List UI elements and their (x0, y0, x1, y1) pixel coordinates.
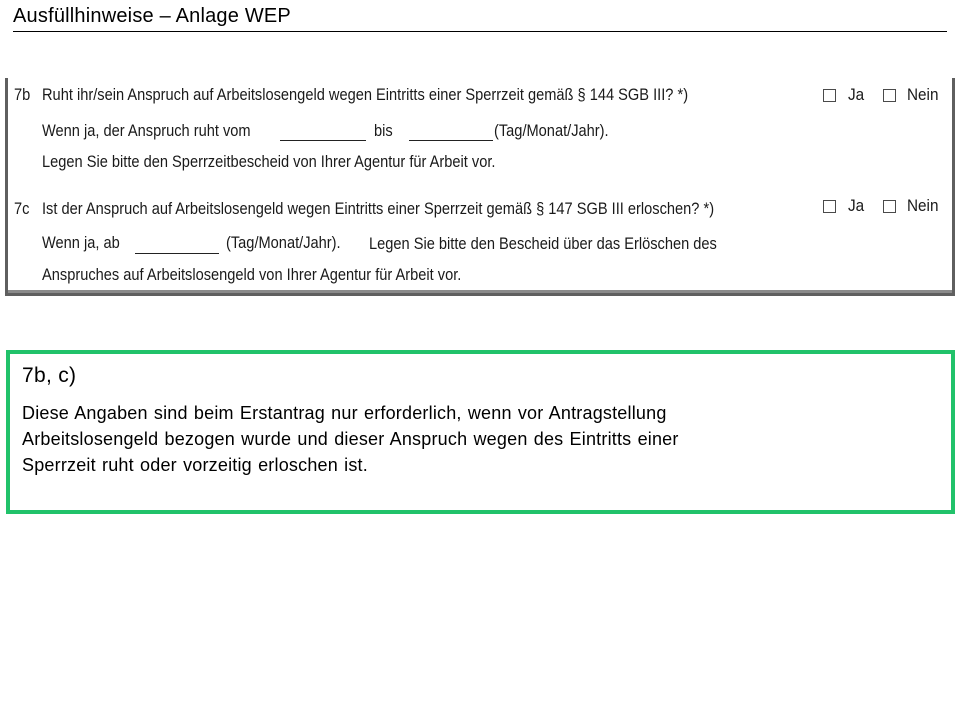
checkbox-7c-ja[interactable] (823, 200, 836, 213)
checkbox-7b-ja[interactable] (823, 89, 836, 102)
explanation-heading: 7b, c) (22, 364, 77, 387)
question-7c-detail-prefix: Wenn ja, ab (42, 233, 120, 252)
explanation-text: Diese Angaben sind beim Erstantrag nur e… (22, 400, 922, 478)
question-7c-note-part1: Legen Sie bitte den Bescheid über das Er… (369, 234, 717, 253)
blank-7b-to-date[interactable] (409, 140, 493, 141)
question-7c-number: 7c (14, 199, 30, 218)
question-7b-detail-prefix: Wenn ja, der Anspruch ruht vom (42, 121, 251, 140)
page-title: Ausfüllhinweise – Anlage WEP (13, 5, 291, 27)
question-7c-detail-suffix: (Tag/Monat/Jahr). (226, 233, 341, 252)
title-underline (13, 31, 947, 32)
blank-7b-from-date[interactable] (280, 140, 366, 141)
question-7b-number: 7b (14, 85, 31, 104)
checkbox-7c-ja-label: Ja (848, 196, 865, 215)
question-7c-note-part2: Anspruches auf Arbeitslosengeld von Ihre… (42, 265, 462, 284)
checkbox-7b-nein-label: Nein (907, 85, 939, 104)
form-excerpt: 7b Ruht ihr/sein Anspruch auf Arbeitslos… (5, 78, 955, 296)
checkbox-7c-nein-label: Nein (907, 196, 939, 215)
question-7b-detail-suffix: (Tag/Monat/Jahr). (494, 121, 609, 140)
blank-7c-date[interactable] (135, 253, 219, 254)
explanation-line: Arbeitslosengeld bezogen wurde und diese… (22, 429, 679, 449)
checkbox-7b-nein[interactable] (883, 89, 896, 102)
checkbox-7b-ja-label: Ja (848, 85, 865, 104)
question-7b-text: Ruht ihr/sein Anspruch auf Arbeitsloseng… (42, 85, 689, 104)
question-7b-note: Legen Sie bitte den Sperrzeitbescheid vo… (42, 152, 496, 171)
question-7b-detail-mid: bis (374, 121, 393, 140)
question-7c-text: Ist der Anspruch auf Arbeitslosengeld we… (42, 199, 715, 218)
checkbox-7c-nein[interactable] (883, 200, 896, 213)
explanation-line: Diese Angaben sind beim Erstantrag nur e… (22, 403, 667, 423)
explanation-line: Sperrzeit ruht oder vorzeitig erloschen … (22, 455, 368, 475)
explanation-box: 7b, c) Diese Angaben sind beim Erstantra… (6, 350, 955, 514)
